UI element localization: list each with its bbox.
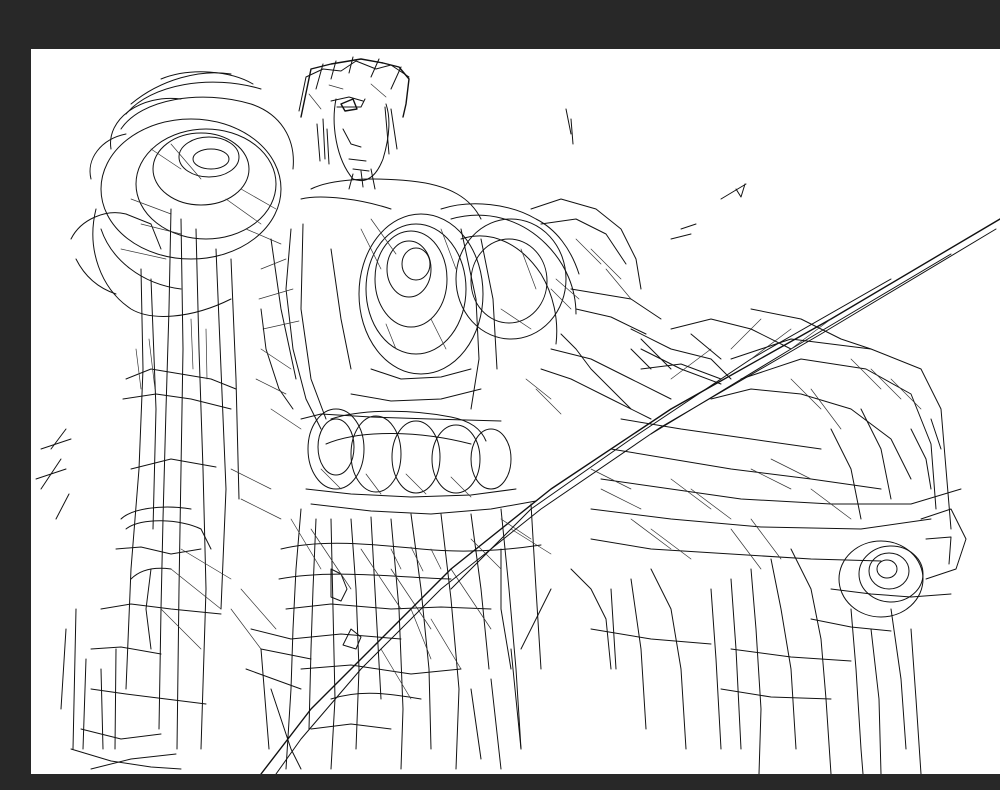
drawing-app-window: [0, 0, 1000, 790]
head-sketch: [298, 56, 410, 190]
hatching-sketch: [35, 278, 642, 572]
workspace-left-margin: [0, 49, 31, 790]
legs-sketch: [260, 503, 542, 770]
drawing-canvas[interactable]: [31, 49, 1000, 774]
waist-sketch: [300, 408, 537, 515]
sketch-artwork: [35, 56, 1000, 774]
spear-sketch: [260, 108, 1000, 774]
torso-sketch: [258, 178, 498, 445]
right-shoulder-sketch: [440, 198, 732, 420]
workspace-bottom-margin: [0, 774, 1000, 790]
workspace-top-margin: [0, 0, 1000, 49]
